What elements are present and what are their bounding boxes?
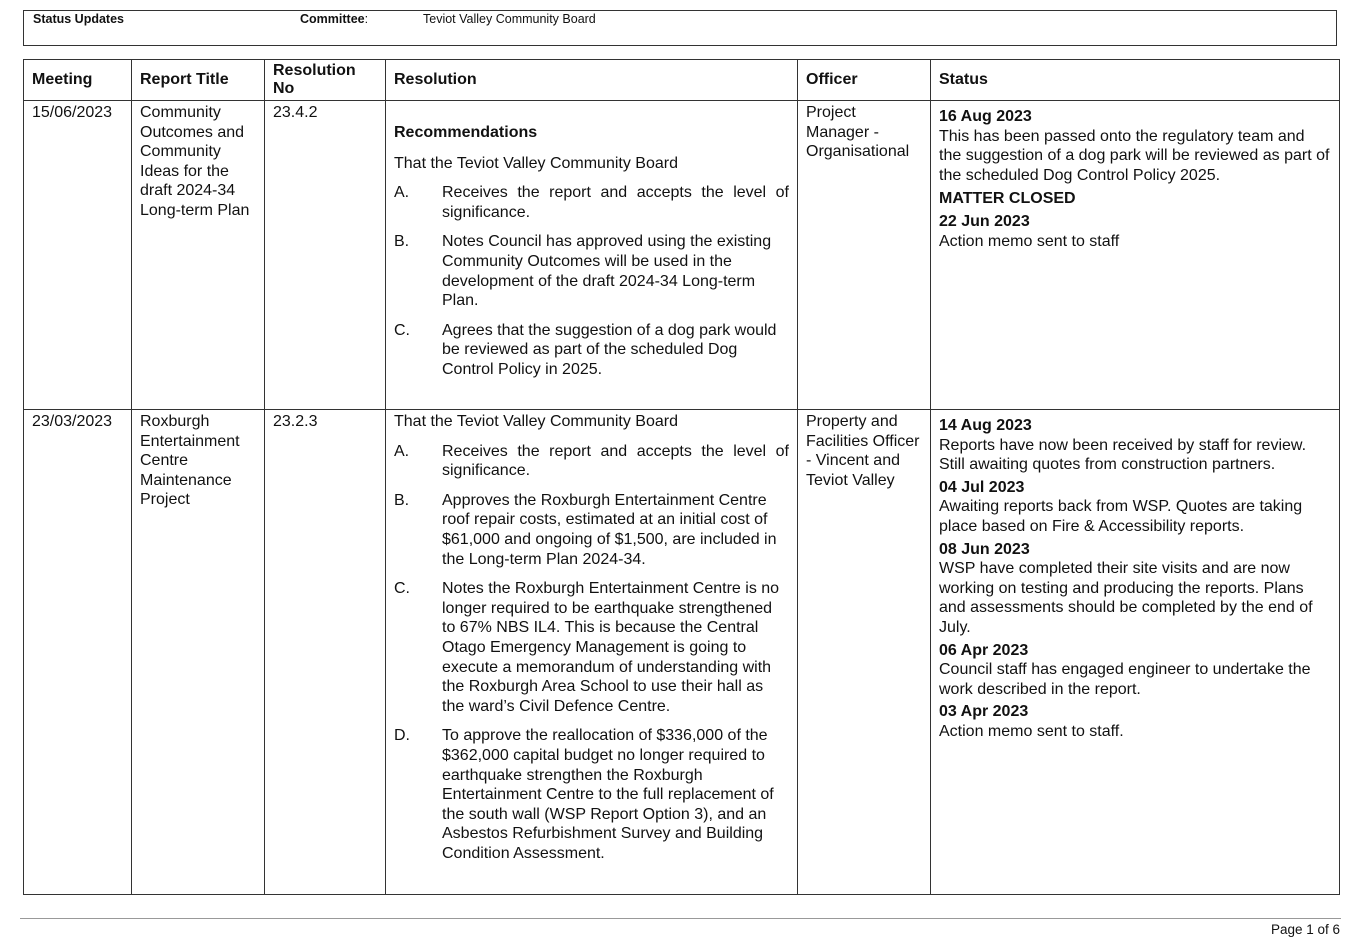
resolution-text: Notes the Roxburgh Entertainment Centre …: [442, 580, 780, 715]
resolution-cell: Recommendations That the Teviot Valley C…: [385, 100, 798, 410]
resolution-item: D. To approve the reallocation of $336,0…: [394, 726, 789, 863]
col-header-resolution: Resolution: [385, 59, 798, 101]
status-date: 04 Jul 2023: [939, 478, 1025, 496]
status-cell: 16 Aug 2023 This has been passed onto th…: [930, 100, 1340, 410]
col-header-resolution-no: Resolution No: [264, 59, 386, 101]
meeting-cell: 15/06/2023: [23, 100, 132, 410]
resolution-no-cell: 23.2.3: [264, 409, 386, 895]
resolution-item: A. Receives the report and accepts the l…: [394, 442, 789, 481]
officer-cell: Property and Facilities Officer - Vincen…: [797, 409, 931, 895]
status-date: 03 Apr 2023: [939, 703, 1029, 721]
status-text: Council staff has engaged engineer to un…: [939, 661, 1311, 698]
col-header-report-title: Report Title: [131, 59, 265, 101]
status-date: 14 Aug 2023: [939, 417, 1032, 434]
status-date: 08 Jun 2023: [939, 540, 1030, 558]
resolution-intro: That the Teviot Valley Community Board: [394, 413, 678, 430]
resolution-item: B. Notes Council has approved using the …: [394, 232, 789, 310]
status-date: 06 Apr 2023: [939, 641, 1029, 659]
resolution-text: Approves the Roxburgh Entertainment Cent…: [442, 491, 777, 568]
resolution-item: A. Receives the report and accepts the l…: [394, 183, 789, 222]
resolution-text: To approve the reallocation of $336,000 …: [442, 727, 774, 862]
resolution-text: Receives the report and accepts the leve…: [442, 442, 789, 480]
status-text: Action memo sent to staff.: [939, 722, 1124, 740]
committee-value: Teviot Valley Community Board: [423, 12, 596, 26]
status-cell: 14 Aug 2023 Reports have now been receiv…: [930, 409, 1340, 895]
officer-cell: Project Manager - Organisational: [797, 100, 931, 410]
status-text: Awaiting reports back from WSP. Quotes a…: [939, 498, 1303, 535]
table-row: 23/03/2023 Roxburgh Entertainment Centre…: [23, 409, 1340, 895]
report-title-cell: Community Outcomes and Community Ideas f…: [131, 100, 265, 410]
report-title-cell: Roxburgh Entertainment Centre Maintenanc…: [131, 409, 265, 895]
resolution-text: Notes Council has approved using the exi…: [442, 233, 772, 310]
resolution-letter: B.: [394, 491, 410, 509]
status-table: Meeting Report Title Resolution No Resol…: [23, 59, 1340, 895]
resolution-item: C. Agrees that the suggestion of a dog p…: [394, 321, 789, 380]
resolution-text: Agrees that the suggestion of a dog park…: [442, 321, 777, 378]
resolution-item: C. Notes the Roxburgh Entertainment Cent…: [394, 579, 789, 716]
status-text: Action memo sent to staff: [939, 232, 1120, 250]
status-text: This has been passed onto the regulatory…: [939, 127, 1330, 184]
status-note: MATTER CLOSED: [939, 190, 1076, 208]
resolution-text: Receives the report and accepts the leve…: [442, 184, 789, 221]
status-text: Reports have now been received by staff …: [939, 436, 1307, 474]
page-number: Page 1 of 6: [1270, 922, 1340, 937]
col-header-officer: Officer: [797, 59, 931, 101]
resolution-letter: D.: [394, 727, 410, 745]
resolution-letter: C.: [394, 321, 410, 339]
resolution-letter: B.: [394, 233, 410, 251]
table-header-row: Meeting Report Title Resolution No Resol…: [23, 59, 1340, 101]
resolution-letter: A.: [394, 184, 410, 202]
resolution-heading: Recommendations: [394, 124, 538, 141]
status-date: 22 Jun 2023: [939, 212, 1030, 230]
resolution-intro: That the Teviot Valley Community Board: [394, 154, 678, 172]
committee-label: Committee:: [300, 12, 369, 26]
resolution-no-cell: 23.4.2: [264, 100, 386, 410]
col-header-status: Status: [930, 59, 1340, 101]
footer-divider: [20, 918, 1341, 919]
status-text: WSP have completed their site visits and…: [939, 560, 1313, 636]
col-header-meeting: Meeting: [23, 59, 132, 101]
status-date: 16 Aug 2023: [939, 108, 1032, 125]
status-updates-label: Status Updates: [33, 12, 124, 26]
resolution-letter: A.: [394, 442, 410, 460]
resolution-letter: C.: [394, 580, 410, 598]
resolution-cell: That the Teviot Valley Community Board A…: [385, 409, 798, 895]
resolution-item: B. Approves the Roxburgh Entertainment C…: [394, 491, 789, 569]
table-row: 15/06/2023 Community Outcomes and Commun…: [23, 100, 1340, 410]
meeting-cell: 23/03/2023: [23, 409, 132, 895]
header-box: Status Updates Committee: Teviot Valley …: [23, 10, 1337, 46]
